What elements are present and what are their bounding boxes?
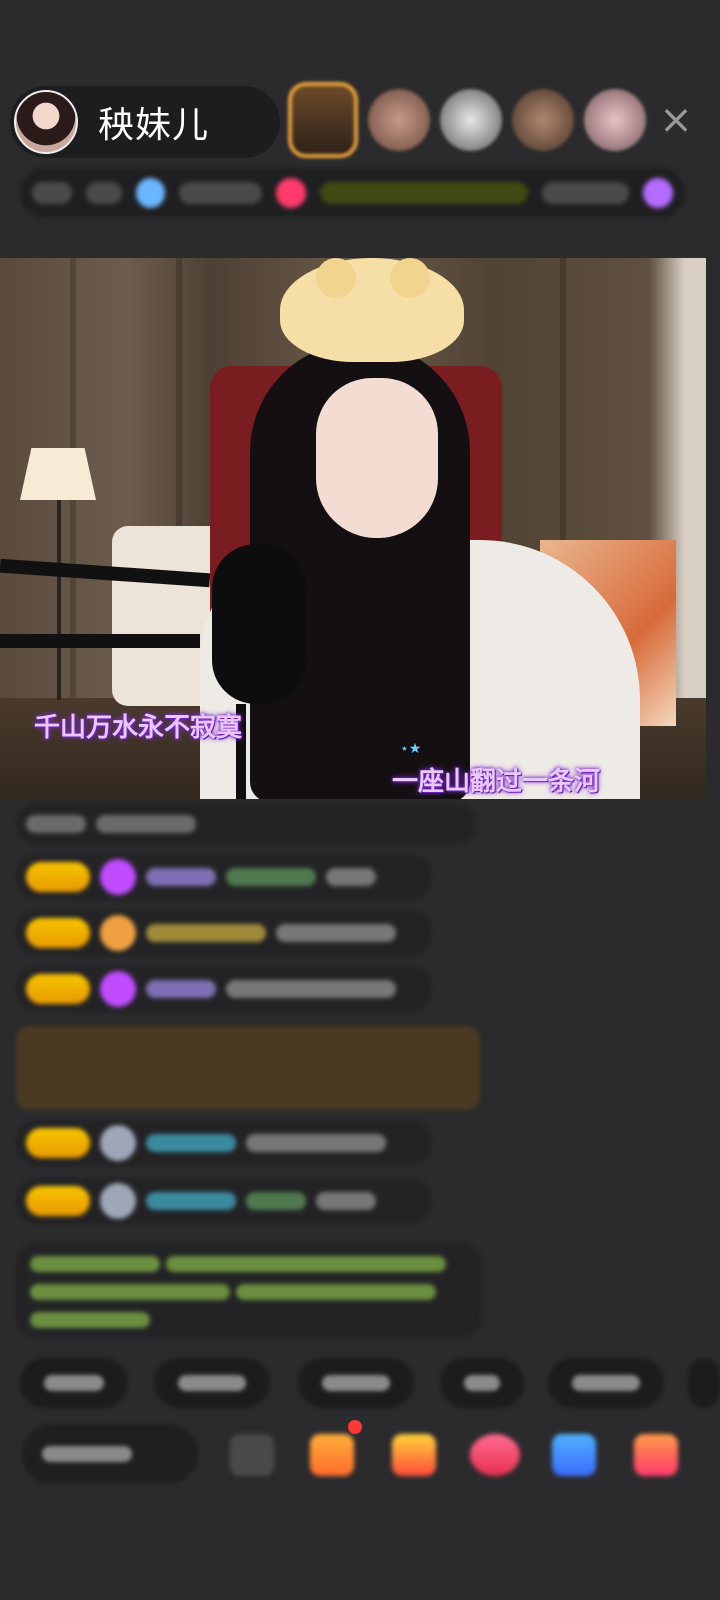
bear-ear bbox=[316, 258, 356, 298]
tag-chip bbox=[542, 182, 630, 204]
quick-reply-text bbox=[178, 1375, 246, 1391]
notice-text bbox=[166, 1256, 446, 1272]
viewer-avatar[interactable] bbox=[288, 82, 358, 158]
quick-reply-text bbox=[464, 1375, 500, 1391]
user-name bbox=[146, 924, 266, 942]
streamer-face bbox=[316, 378, 438, 538]
quick-reply-text bbox=[322, 1375, 390, 1391]
viewer-avatar[interactable] bbox=[512, 89, 574, 151]
fan-club-icon[interactable] bbox=[470, 1434, 520, 1476]
tag-chip bbox=[320, 182, 529, 204]
notice-text bbox=[30, 1256, 160, 1272]
tag-chip bbox=[179, 182, 263, 204]
medal-icon bbox=[100, 1183, 136, 1219]
chat-message[interactable] bbox=[16, 1178, 432, 1224]
lyric-line-1: 千山万水永不寂寞 bbox=[34, 713, 243, 743]
chat-message[interactable] bbox=[16, 854, 432, 900]
diamond-icon bbox=[100, 971, 136, 1007]
chat-text bbox=[326, 868, 376, 886]
bear-headband bbox=[280, 258, 464, 362]
chat-message[interactable] bbox=[16, 966, 432, 1012]
chat-message[interactable] bbox=[16, 804, 476, 844]
notice-text bbox=[30, 1312, 150, 1328]
chat-input-placeholder bbox=[42, 1446, 132, 1462]
chat-message[interactable] bbox=[16, 1120, 432, 1166]
chat-text bbox=[246, 1192, 306, 1210]
system-notice bbox=[16, 1242, 482, 1338]
quick-reply[interactable] bbox=[548, 1358, 664, 1408]
chat-text bbox=[276, 924, 396, 942]
microphone bbox=[212, 544, 306, 704]
chat-text bbox=[226, 868, 316, 886]
mic-arm bbox=[0, 634, 200, 648]
viewer-avatar[interactable] bbox=[368, 89, 430, 151]
lamp-pole bbox=[57, 500, 61, 700]
gift-icon[interactable] bbox=[634, 1434, 678, 1476]
chat-input[interactable] bbox=[22, 1424, 198, 1484]
emoji-icon[interactable] bbox=[230, 1434, 274, 1476]
level-badge bbox=[26, 1128, 90, 1158]
room-tags-bar[interactable] bbox=[20, 168, 685, 218]
user-name bbox=[146, 1134, 236, 1152]
diamond-icon bbox=[100, 859, 136, 895]
notice-text bbox=[236, 1284, 436, 1300]
host-info-capsule[interactable]: 秧妹儿 bbox=[10, 86, 280, 158]
close-icon[interactable]: × bbox=[656, 100, 696, 140]
medal-icon bbox=[100, 915, 136, 951]
quick-reply-text bbox=[44, 1375, 104, 1391]
gift-icon bbox=[643, 178, 673, 208]
quick-reply[interactable] bbox=[154, 1358, 270, 1408]
user-name bbox=[146, 1192, 236, 1210]
live-room-screen: 秧妹儿 × 千山万水永不寂寞 ⋆★ 一座山翻过一条河 bbox=[0, 0, 720, 1600]
chat-text bbox=[96, 815, 196, 833]
chat-text bbox=[246, 1134, 386, 1152]
notice-text bbox=[30, 1284, 230, 1300]
user-name bbox=[146, 980, 216, 998]
top-viewers-list bbox=[288, 82, 646, 158]
live-video[interactable]: 千山万水永不寂寞 ⋆★ 一座山翻过一条河 bbox=[0, 258, 706, 799]
shop-icon[interactable] bbox=[310, 1434, 354, 1476]
quick-reply[interactable] bbox=[298, 1358, 414, 1408]
heart-icon bbox=[276, 178, 307, 208]
chat-text bbox=[226, 980, 396, 998]
gift-box-icon[interactable] bbox=[392, 1434, 436, 1476]
lamp bbox=[20, 448, 96, 500]
tag-chip bbox=[32, 182, 72, 204]
gift-message[interactable] bbox=[16, 1026, 480, 1110]
lyric-line-2: 一座山翻过一条河 bbox=[392, 767, 601, 797]
bear-ear bbox=[390, 258, 430, 298]
level-badge bbox=[26, 974, 90, 1004]
rank-icon bbox=[135, 178, 166, 208]
viewer-avatar[interactable] bbox=[440, 89, 502, 151]
quick-reply-text bbox=[572, 1375, 640, 1391]
chat-text bbox=[316, 1192, 376, 1210]
lyric-decoration: ⋆★ bbox=[400, 741, 422, 757]
level-badge bbox=[26, 1186, 90, 1216]
tag-chip bbox=[85, 182, 122, 204]
level-badge bbox=[26, 918, 90, 948]
notification-dot bbox=[348, 1420, 362, 1434]
host-avatar[interactable] bbox=[14, 90, 78, 154]
viewer-avatar[interactable] bbox=[584, 89, 646, 151]
quick-reply[interactable] bbox=[440, 1358, 524, 1408]
chat-message[interactable] bbox=[16, 910, 432, 956]
medal-icon bbox=[100, 1125, 136, 1161]
chat-text bbox=[26, 815, 86, 833]
quick-reply[interactable] bbox=[20, 1358, 128, 1408]
host-name: 秧妹儿 bbox=[98, 105, 210, 146]
game-icon[interactable] bbox=[552, 1434, 596, 1476]
user-name bbox=[146, 868, 216, 886]
level-badge bbox=[26, 862, 90, 892]
quick-reply[interactable] bbox=[688, 1358, 720, 1408]
